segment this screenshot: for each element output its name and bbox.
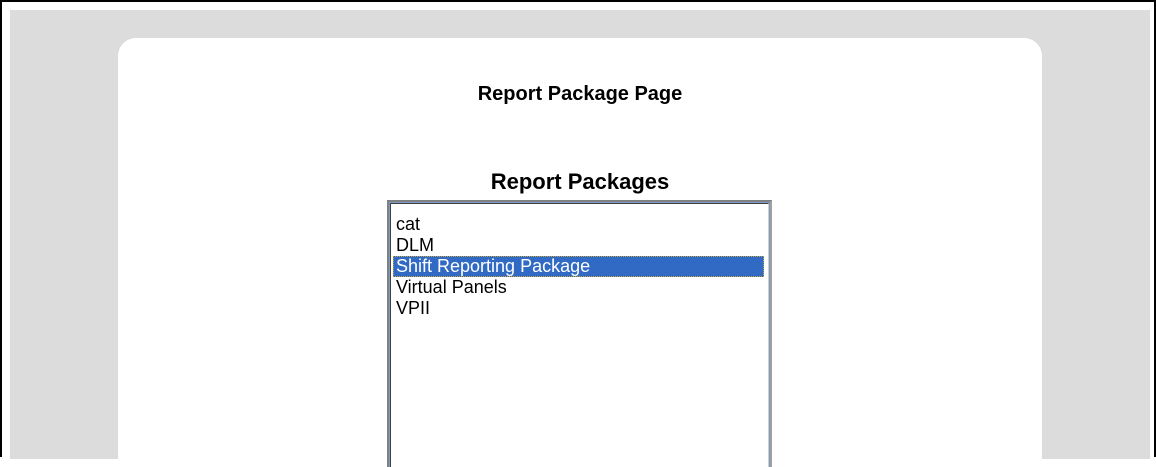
report-packages-list: cat DLM Shift Reporting Package Virtual … xyxy=(390,203,769,467)
list-item[interactable]: VPII xyxy=(393,298,764,319)
list-item-selected[interactable]: Shift Reporting Package xyxy=(393,256,764,277)
page-background: Report Package Page Report Packages cat … xyxy=(10,10,1150,467)
page-title: Report Package Page xyxy=(477,83,683,105)
browser-frame: Report Package Page Report Packages cat … xyxy=(0,0,1156,467)
report-packages-heading: Report Packages xyxy=(490,169,670,194)
list-item[interactable]: cat xyxy=(393,214,764,235)
list-item[interactable]: Virtual Panels xyxy=(393,277,764,298)
list-item[interactable]: DLM xyxy=(393,235,764,256)
report-packages-listbox[interactable]: cat DLM Shift Reporting Package Virtual … xyxy=(387,200,772,467)
